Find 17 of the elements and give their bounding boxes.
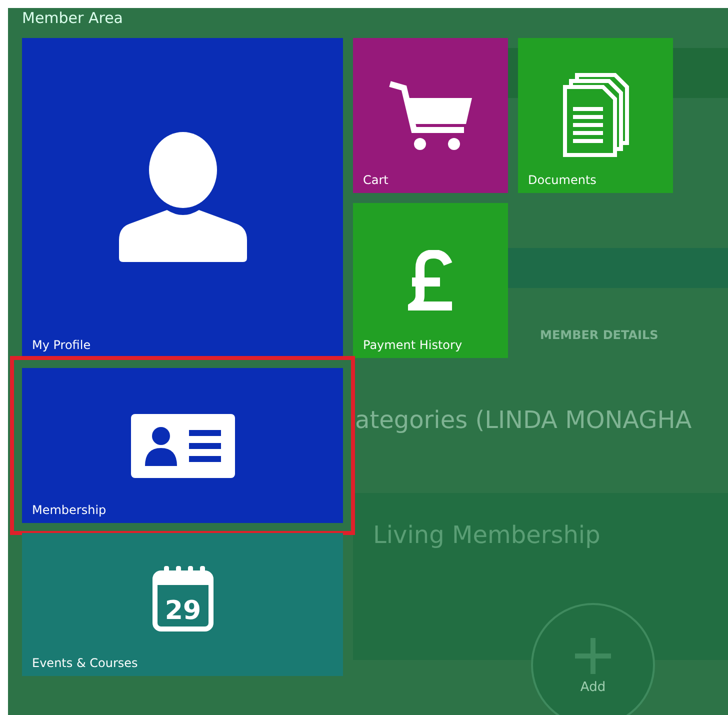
add-button[interactable]: Add	[531, 603, 655, 715]
menu-tile[interactable]: 29 Events & Courses	[22, 533, 343, 676]
menu-tile[interactable]: Cart	[353, 38, 508, 193]
categories-heading: ategories (LINDA MONAGHA	[355, 405, 692, 435]
calendar-day: 29	[164, 596, 201, 626]
documents-icon	[560, 72, 630, 158]
menu-tile[interactable]: Membership	[22, 368, 343, 523]
menu-tile[interactable]: My Profile	[22, 38, 343, 358]
person-icon	[116, 132, 248, 264]
pound-sign-icon	[408, 250, 454, 312]
calendar-icon	[152, 566, 213, 631]
plus-icon	[573, 636, 613, 676]
id-card-icon	[130, 414, 234, 478]
card-title: Living Membership	[373, 521, 602, 549]
panel-title: Member Area	[22, 8, 124, 29]
menu-tile[interactable]: Documents	[518, 38, 673, 193]
menu-tile[interactable]: Payment History	[353, 203, 508, 358]
